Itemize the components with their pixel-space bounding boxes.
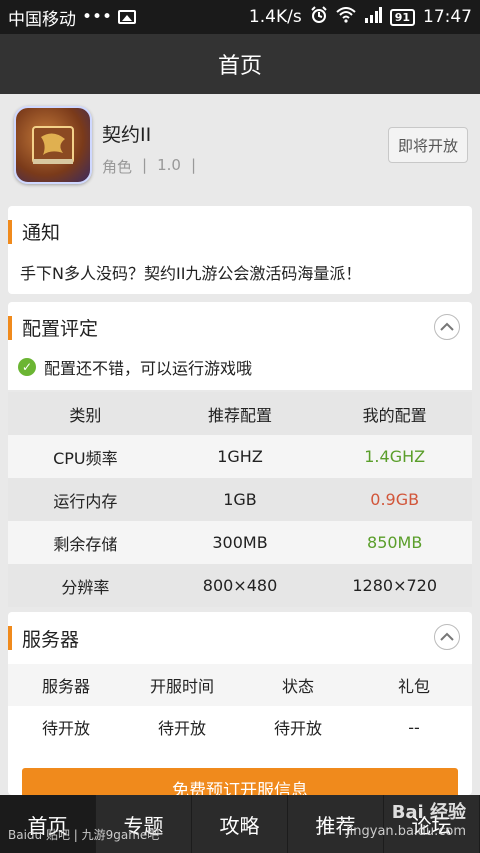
table-row: CPU频率 1GHZ 1.4GHZ bbox=[8, 435, 472, 478]
app-meta: 角色 | 1.0 | bbox=[102, 156, 196, 177]
app-category: 角色 bbox=[102, 158, 133, 176]
chevron-up-icon bbox=[440, 632, 454, 641]
header-open-time: 开服时间 bbox=[149, 677, 214, 696]
book-icon bbox=[32, 126, 74, 164]
watermark-right: Bai 经验 jingyan.baidu.com bbox=[346, 798, 466, 839]
table-header-row: 服务器 开服时间 状态 礼包 bbox=[8, 664, 472, 706]
config-result: ✓ 配置还不错，可以运行游戏哦 bbox=[8, 352, 472, 382]
header-server: 服务器 bbox=[41, 677, 90, 696]
app-version: 1.0 bbox=[157, 156, 181, 174]
title-bar: 首页 bbox=[0, 34, 480, 94]
alarm-icon bbox=[310, 5, 328, 29]
table-row: 运行内存 1GB 0.9GB bbox=[8, 478, 472, 521]
check-icon: ✓ bbox=[18, 358, 36, 376]
header-category: 类别 bbox=[69, 405, 102, 425]
image-notification-icon bbox=[118, 10, 137, 24]
server-title-label: 服务器 bbox=[22, 628, 80, 651]
row-mine: 0.9GB bbox=[370, 490, 420, 509]
table-row: 剩余存储 300MB 850MB bbox=[8, 521, 472, 564]
watermark-left: Baidu 贴吧 | 九游9game吧 bbox=[8, 828, 160, 842]
header-status: 状态 bbox=[281, 677, 314, 696]
cell-status: 待开放 bbox=[273, 719, 322, 738]
row-category: 分辨率 bbox=[61, 577, 110, 597]
row-mine: 850MB bbox=[367, 533, 423, 552]
collapse-config-button[interactable] bbox=[434, 314, 460, 340]
row-recommended: 800×480 bbox=[202, 576, 278, 595]
header-recommended: 推荐配置 bbox=[208, 405, 273, 425]
notification-dots: ••• bbox=[82, 7, 113, 27]
clock: 17:47 bbox=[423, 7, 472, 27]
config-title: 配置评定 bbox=[8, 302, 472, 352]
network-speed: 1.4K/s bbox=[248, 7, 302, 27]
notice-text[interactable]: 手下N多人没码？契约II九游公会激活码海量派！ bbox=[8, 256, 472, 284]
coming-soon-button[interactable]: 即将开放 bbox=[388, 127, 468, 163]
cell-gift: -- bbox=[408, 717, 420, 737]
table-header-row: 类别 推荐配置 我的配置 bbox=[8, 392, 472, 435]
config-title-label: 配置评定 bbox=[22, 317, 99, 340]
config-card: 配置评定 ✓ 配置还不错，可以运行游戏哦 bbox=[8, 302, 472, 390]
nav-home[interactable]: 首页 bbox=[0, 795, 96, 853]
page-title: 首页 bbox=[217, 54, 262, 79]
watermark-right-logo: Bai 经验 bbox=[391, 802, 466, 823]
row-category: 剩余存储 bbox=[53, 534, 118, 554]
meta-separator: | bbox=[142, 156, 148, 174]
config-table: 类别 推荐配置 我的配置 CPU频率 1GHZ 1.4GHZ 运行内存 1GB … bbox=[8, 392, 472, 607]
signal-icon bbox=[364, 6, 382, 28]
notice-title: 通知 bbox=[8, 206, 472, 256]
nav-topics[interactable]: 专题 bbox=[96, 795, 192, 853]
server-title: 服务器 bbox=[8, 612, 472, 664]
server-table: 服务器 开服时间 状态 礼包 待开放 待开放 待开放 -- bbox=[8, 664, 472, 748]
meta-separator: | bbox=[190, 156, 196, 174]
notice-card: 通知 手下N多人没码？契约II九游公会激活码海量派！ bbox=[8, 206, 472, 294]
nav-guides[interactable]: 攻略 bbox=[192, 795, 288, 853]
table-row: 分辨率 800×480 1280×720 bbox=[8, 564, 472, 607]
app-header: 契约II 角色 | 1.0 | 即将开放 bbox=[0, 94, 480, 198]
row-recommended: 1GHZ bbox=[217, 447, 263, 466]
wifi-icon bbox=[336, 6, 356, 28]
row-category: 运行内存 bbox=[53, 491, 118, 511]
watermark-right-url: jingyan.baidu.com bbox=[346, 824, 466, 839]
status-bar: 中国移动 ••• 1.4K/s 91 17:47 bbox=[0, 0, 480, 34]
collapse-server-button[interactable] bbox=[434, 624, 460, 650]
row-mine: 1.4GHZ bbox=[364, 447, 426, 466]
cell-server: 待开放 bbox=[41, 719, 90, 738]
row-category: CPU频率 bbox=[53, 448, 118, 468]
config-result-text: 配置还不错，可以运行游戏哦 bbox=[44, 359, 253, 378]
row-recommended: 1GB bbox=[223, 490, 257, 509]
app-icon[interactable] bbox=[14, 106, 92, 184]
header-gift: 礼包 bbox=[397, 677, 430, 696]
cell-open-time: 待开放 bbox=[157, 719, 206, 738]
row-mine: 1280×720 bbox=[352, 576, 438, 595]
carrier-label: 中国移动 bbox=[8, 9, 76, 30]
battery-icon: 91 bbox=[389, 8, 415, 26]
chevron-up-icon bbox=[440, 322, 454, 331]
app-name: 契约II bbox=[102, 124, 152, 146]
row-recommended: 300MB bbox=[212, 533, 268, 552]
table-row: 待开放 待开放 待开放 -- bbox=[8, 706, 472, 748]
header-mine: 我的配置 bbox=[362, 405, 427, 425]
